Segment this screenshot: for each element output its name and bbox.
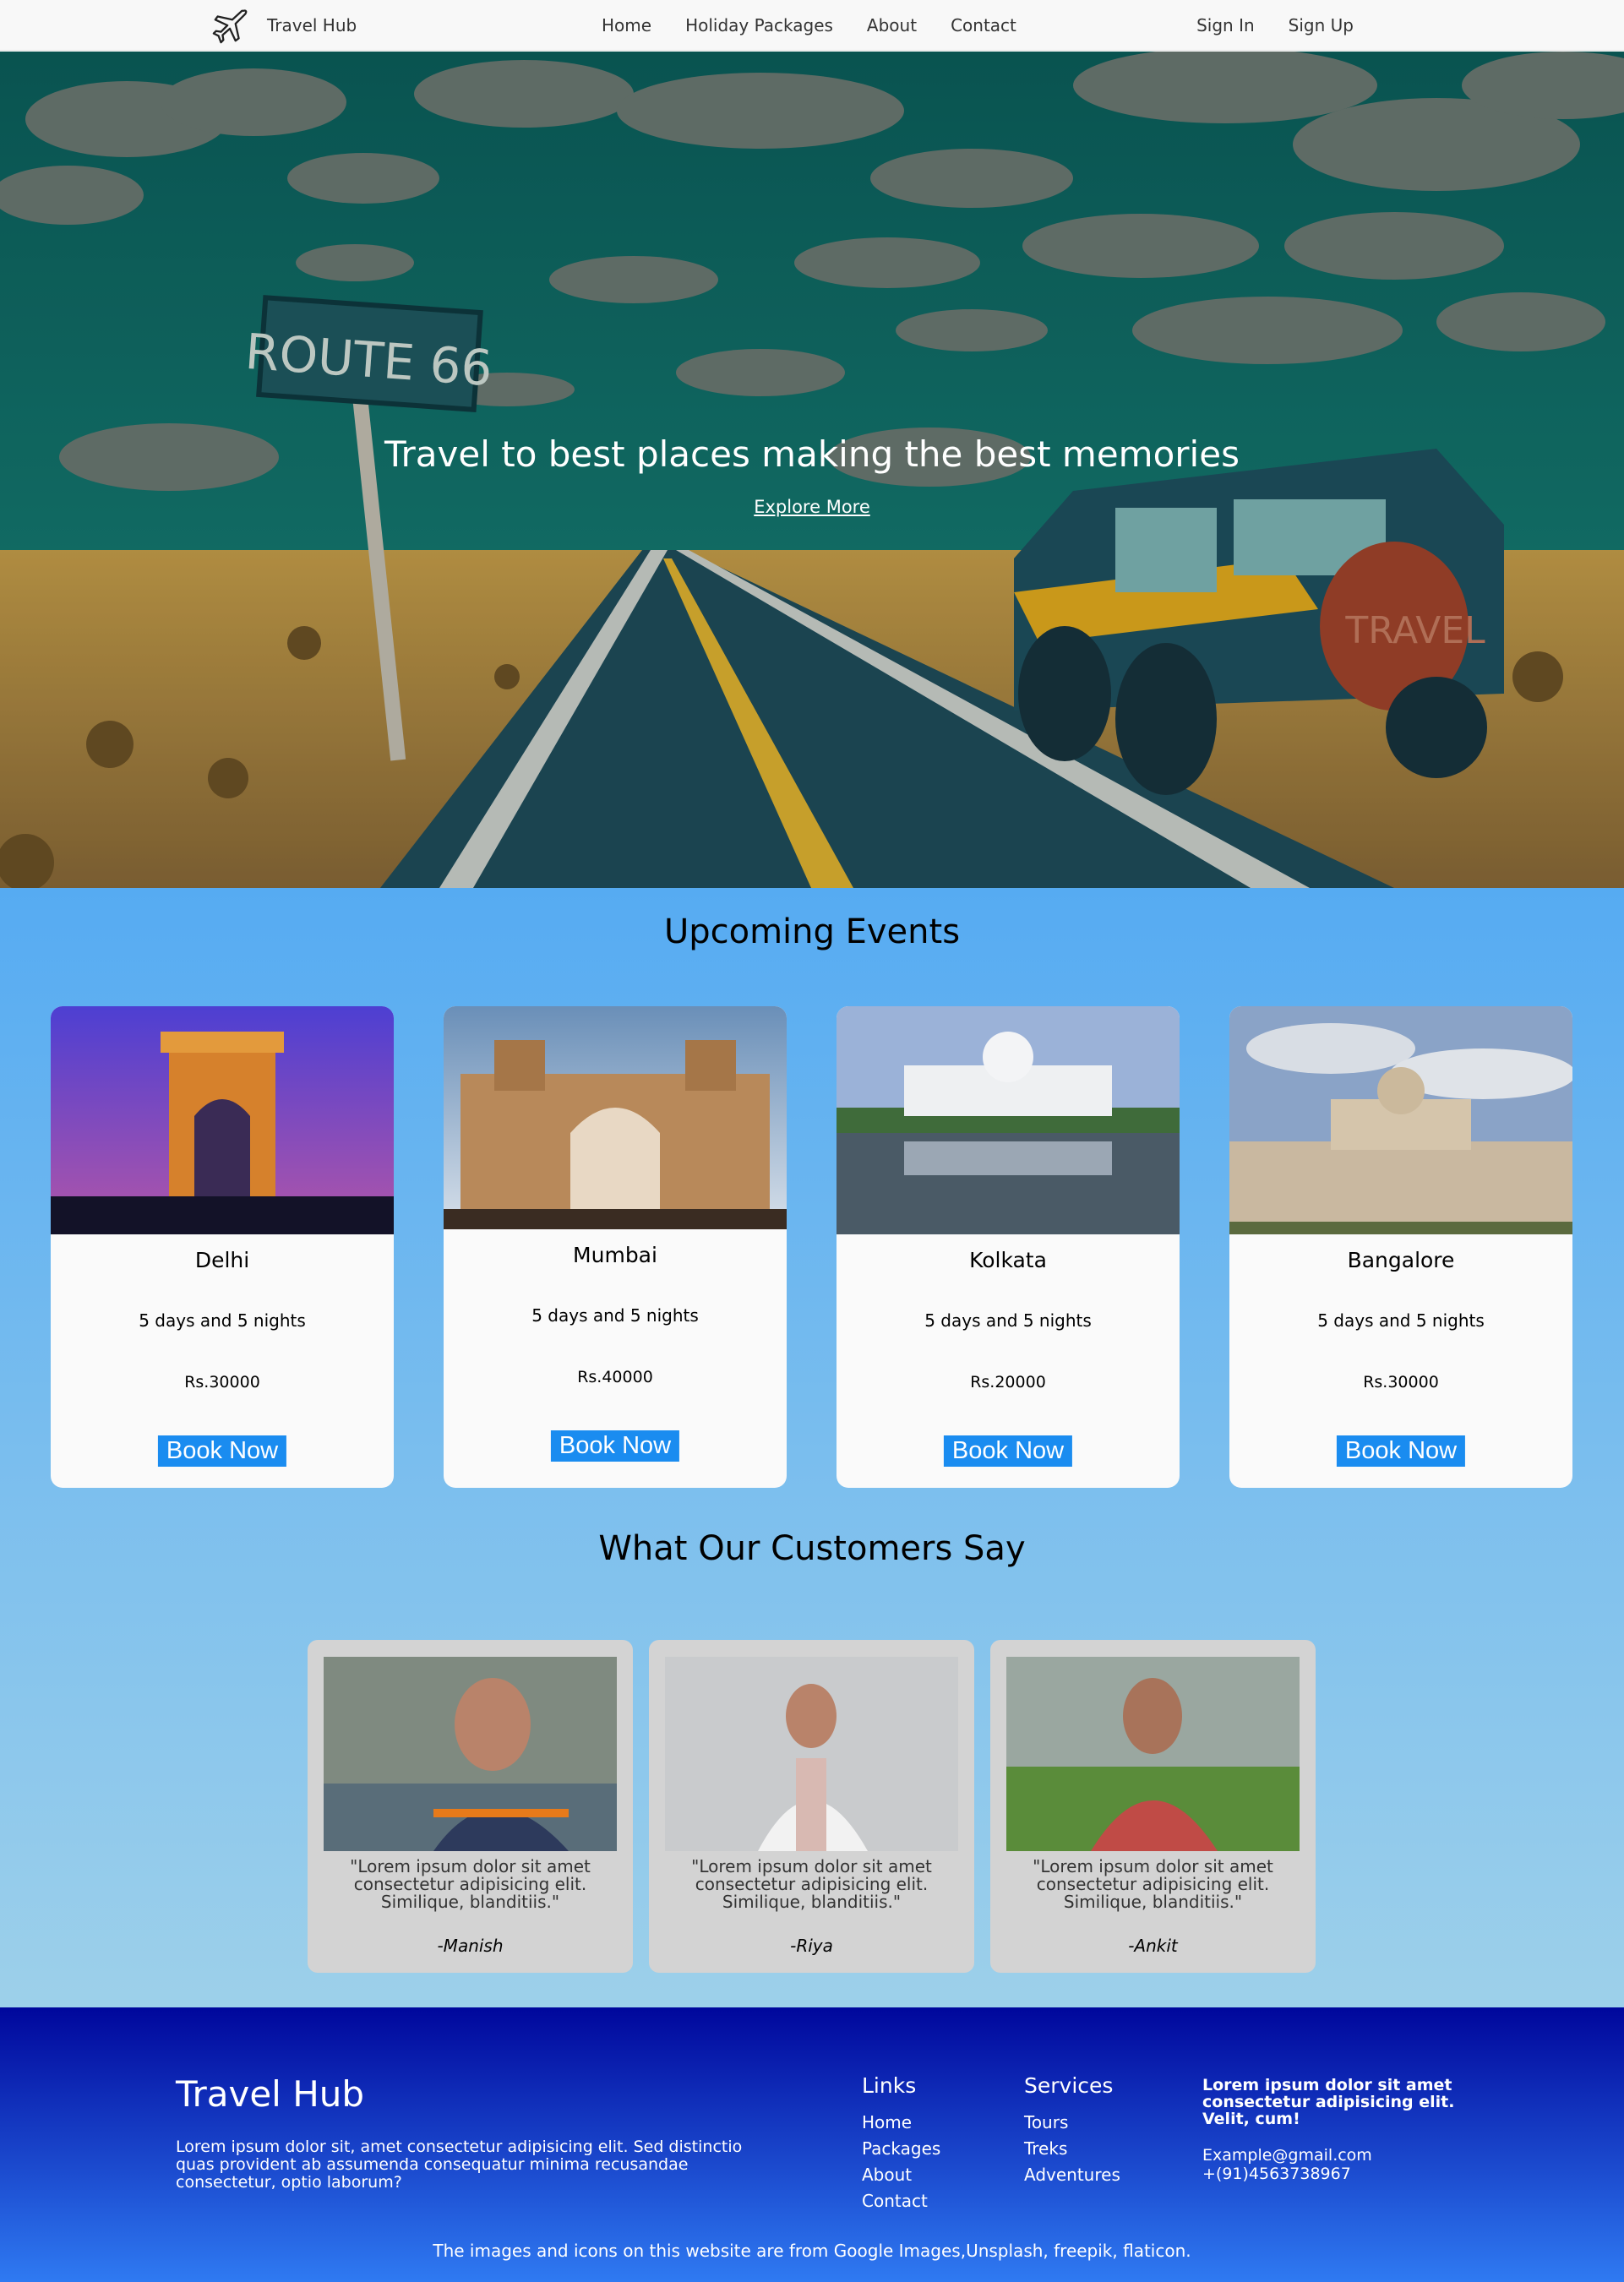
hero-banner: ROUTE 66 TRAVEL Travel to best places ma…	[0, 52, 1624, 888]
footer-services-title: Services	[1024, 2073, 1114, 2098]
footer-links-column: Links Home Packages About Contact	[862, 2073, 940, 2214]
event-price: Rs.20000	[970, 1373, 1046, 1392]
testimonial-author: -Riya	[790, 1936, 833, 1956]
nav-link-about[interactable]: About	[867, 15, 917, 35]
event-duration: 5 days and 5 nights	[924, 1310, 1092, 1331]
nav-link-holiday-packages[interactable]: Holiday Packages	[685, 15, 833, 35]
sign-in-link[interactable]: Sign In	[1196, 15, 1255, 35]
nav-links: Home Holiday Packages About Contact	[585, 0, 1033, 51]
event-duration: 5 days and 5 nights	[531, 1305, 699, 1326]
book-now-button[interactable]: Book Now	[550, 1430, 680, 1462]
hero-title: Travel to best places making the best me…	[384, 433, 1240, 475]
footer-link-contact[interactable]: Contact	[862, 2188, 940, 2214]
brand-name: Travel Hub	[267, 15, 357, 35]
footer-service-treks[interactable]: Treks	[1024, 2136, 1120, 2162]
testimonial-quote: "Lorem ipsum dolor sit amet consectetur …	[350, 1856, 591, 1912]
upcoming-events-title: Upcoming Events	[663, 912, 961, 951]
footer: Travel Hub Lorem ipsum dolor sit, amet c…	[0, 2007, 1624, 2282]
explore-more-link[interactable]: Explore More	[754, 497, 870, 517]
event-city: Kolkata	[969, 1248, 1047, 1272]
airplane-icon	[212, 9, 248, 44]
footer-service-tours[interactable]: Tours	[1024, 2110, 1120, 2136]
footer-phone[interactable]: +(91)4563738967	[1202, 2165, 1473, 2183]
nav-link-home[interactable]: Home	[602, 15, 651, 35]
footer-services-column: Services Tours Treks Adventures	[1024, 2073, 1120, 2188]
kolkata-image	[837, 1006, 1180, 1234]
footer-description: Lorem ipsum dolor sit, amet consectetur …	[176, 2138, 743, 2192]
navbar: Travel Hub Home Holiday Packages About C…	[0, 0, 1624, 51]
page: Travel Hub Home Holiday Packages About C…	[0, 0, 1624, 2282]
testimonial-quote: "Lorem ipsum dolor sit amet consectetur …	[691, 1856, 932, 1912]
event-card-kolkata: Kolkata 5 days and 5 nights Rs.20000 Boo…	[837, 1006, 1180, 1488]
testimonial-author: -Ankit	[1128, 1936, 1178, 1956]
brand[interactable]: Travel Hub	[211, 7, 357, 44]
book-now-button[interactable]: Book Now	[943, 1435, 1073, 1467]
event-city: Bangalore	[1347, 1248, 1455, 1272]
auth-links: Sign In Sign Up	[1163, 0, 1354, 51]
testimonial-card: "Lorem ipsum dolor sit amet consectetur …	[308, 1640, 633, 1973]
testimonial-card: "Lorem ipsum dolor sit amet consectetur …	[649, 1640, 974, 1973]
customer-photo	[665, 1657, 958, 1851]
footer-contact-text: Lorem ipsum dolor sit amet consectetur a…	[1202, 2076, 1455, 2128]
testimonial-card: "Lorem ipsum dolor sit amet consectetur …	[990, 1640, 1316, 1973]
event-city: Mumbai	[573, 1243, 657, 1267]
nav-link-contact[interactable]: Contact	[951, 15, 1016, 35]
testimonial-quote: "Lorem ipsum dolor sit amet consectetur …	[1033, 1856, 1273, 1912]
book-now-button[interactable]: Book Now	[157, 1435, 287, 1467]
event-card-mumbai: Mumbai 5 days and 5 nights Rs.40000 Book…	[444, 1006, 787, 1488]
footer-link-about[interactable]: About	[862, 2162, 940, 2188]
customer-photo	[324, 1657, 617, 1851]
mumbai-image	[444, 1006, 787, 1229]
footer-credit: The images and icons on this website are…	[433, 2241, 1191, 2261]
event-price: Rs.30000	[1363, 1373, 1439, 1392]
event-card-delhi: Delhi 5 days and 5 nights Rs.30000 Book …	[51, 1006, 394, 1488]
event-card-bangalore: Bangalore 5 days and 5 nights Rs.30000 B…	[1229, 1006, 1572, 1488]
event-duration: 5 days and 5 nights	[1317, 1310, 1485, 1331]
footer-link-home[interactable]: Home	[862, 2110, 940, 2136]
footer-link-packages[interactable]: Packages	[862, 2136, 940, 2162]
footer-brand: Travel Hub	[176, 2073, 365, 2115]
event-price: Rs.30000	[184, 1373, 260, 1392]
testimonial-author: -Manish	[437, 1936, 504, 1956]
testimonials-title: What Our Customers Say	[598, 1529, 1026, 1568]
sign-up-link[interactable]: Sign Up	[1289, 15, 1354, 35]
event-price: Rs.40000	[577, 1368, 653, 1386]
book-now-button[interactable]: Book Now	[1336, 1435, 1466, 1467]
bangalore-image	[1229, 1006, 1572, 1234]
footer-service-adventures[interactable]: Adventures	[1024, 2162, 1120, 2188]
footer-contact: Lorem ipsum dolor sit amet consectetur a…	[1202, 2077, 1473, 2183]
event-city: Delhi	[194, 1248, 250, 1272]
footer-email[interactable]: Example@gmail.com	[1202, 2146, 1473, 2165]
event-duration: 5 days and 5 nights	[139, 1310, 306, 1331]
customer-photo	[1006, 1657, 1300, 1851]
delhi-image	[51, 1006, 394, 1234]
footer-links-title: Links	[862, 2073, 917, 2098]
